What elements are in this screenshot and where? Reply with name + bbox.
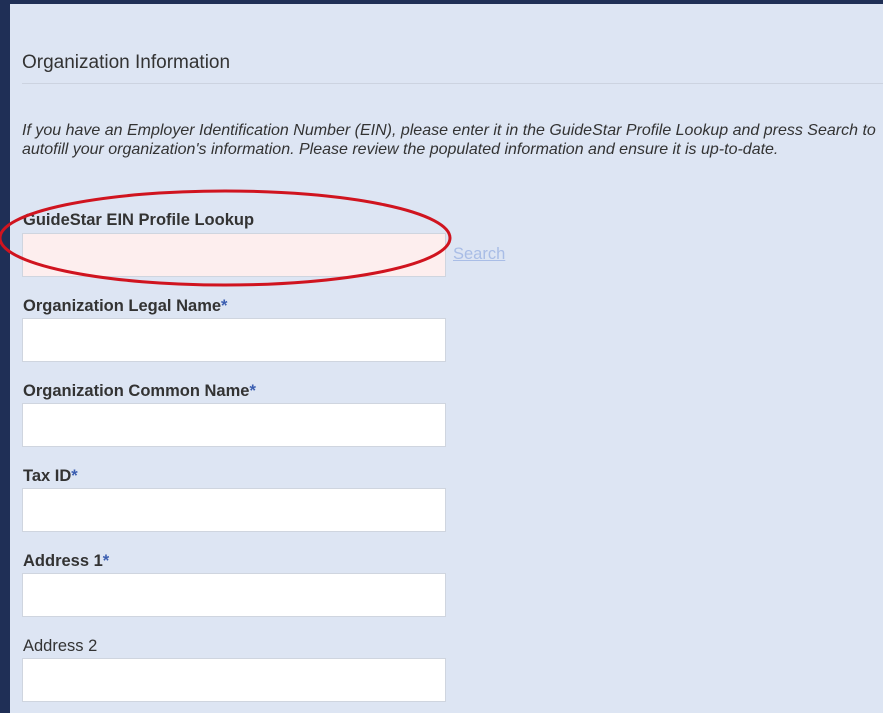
required-marker: * — [249, 382, 256, 400]
tax-id-label-text: Tax ID — [23, 467, 72, 485]
legal-name-label-text: Organization Legal Name — [23, 297, 222, 315]
common-name-input[interactable] — [22, 403, 446, 447]
legal-name-label: Organization Legal Name* — [23, 297, 227, 316]
intro-text: If you have an Employer Identification N… — [22, 122, 876, 158]
form-panel: Organization Information If you have an … — [0, 0, 883, 713]
address2-input[interactable] — [22, 658, 446, 702]
required-marker: * — [71, 467, 78, 485]
ein-lookup-input[interactable] — [22, 233, 446, 277]
required-marker: * — [102, 552, 110, 570]
address1-label: Address 1* — [23, 552, 109, 571]
tax-id-input[interactable] — [22, 488, 446, 532]
legal-name-input[interactable] — [22, 318, 446, 362]
common-name-label: Organization Common Name* — [23, 382, 256, 401]
search-link[interactable]: Search — [453, 245, 505, 264]
section-divider — [22, 83, 883, 84]
required-marker: * — [221, 297, 228, 315]
address2-label: Address 2 — [23, 637, 97, 656]
ein-lookup-label: GuideStar EIN Profile Lookup — [23, 211, 254, 230]
address1-input[interactable] — [22, 573, 446, 617]
ein-lookup-label-text: GuideStar EIN Profile Lookup — [23, 211, 255, 229]
address1-label-text: Address 1 — [23, 552, 103, 570]
address2-label-text: Address 2 — [23, 637, 98, 655]
common-name-label-text: Organization Common Name — [23, 382, 250, 400]
tax-id-label: Tax ID* — [23, 467, 78, 486]
section-title: Organization Information — [22, 52, 231, 73]
